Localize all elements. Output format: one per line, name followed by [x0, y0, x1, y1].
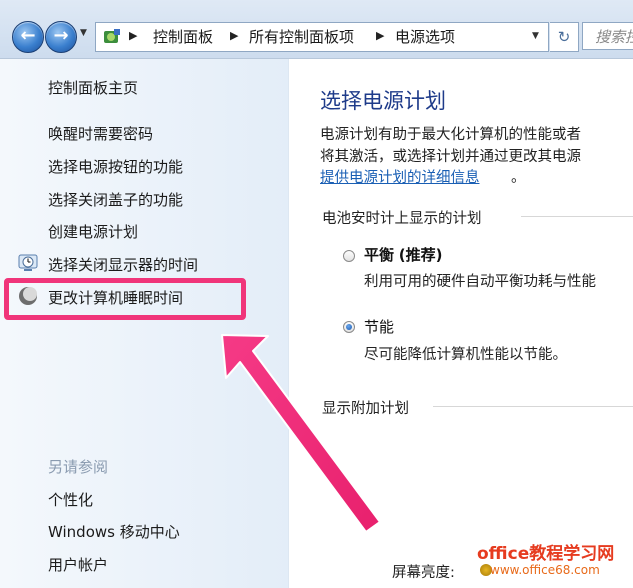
address-dropdown-icon[interactable]: ▼	[532, 31, 539, 41]
show-additional-plans[interactable]: 显示附加计划	[322, 397, 409, 418]
forward-arrow-icon[interactable]: →	[45, 21, 77, 53]
link-period: 。	[511, 170, 526, 186]
see-also-heading: 另请参阅	[48, 458, 109, 476]
radio-power-saver[interactable]	[343, 321, 355, 333]
page-description-line2: 将其激活，或选择计划并通过更改其电源	[320, 149, 581, 165]
plan-details-link[interactable]: 提供电源计划的详细信息	[320, 166, 480, 187]
group-label-battery-plans: 电池安时计上显示的计划	[322, 211, 482, 227]
sidebar-link-mobility-center[interactable]: Windows 移动中心	[48, 521, 180, 542]
sidebar-item-lid-close[interactable]: 选择关闭盖子的功能	[48, 189, 183, 210]
breadcrumb-control-panel[interactable]: 控制面板	[153, 26, 213, 47]
sidebar-link-user-accounts[interactable]: 用户帐户	[48, 554, 108, 575]
breadcrumb-separator-icon[interactable]: ▶	[230, 29, 238, 42]
group-divider	[433, 406, 633, 407]
breadcrumb[interactable]: ▶ 控制面板 ▶ 所有控制面板项 ▶ 电源选项 ▼	[95, 22, 549, 52]
address-bar: ← → ▼ ▶ 控制面板 ▶ 所有控制面板项 ▶ 电源选项 ▼ ↻ 搜索控	[0, 0, 633, 59]
sidebar-item-create-plan[interactable]: 创建电源计划	[48, 221, 138, 242]
page-description-line1: 电源计划有助于最大化计算机的性能或者	[320, 127, 581, 143]
breadcrumb-all-items[interactable]: 所有控制面板项	[249, 26, 354, 47]
breadcrumb-separator-icon[interactable]: ▶	[129, 29, 137, 42]
sidebar-item-power-button[interactable]: 选择电源按钮的功能	[48, 156, 183, 177]
control-panel-icon	[104, 29, 120, 43]
plan-balanced-description: 利用可用的硬件自动平衡功耗与性能	[364, 274, 596, 290]
watermark-title: office教程学习网	[477, 544, 615, 564]
watermark-url: www.office68.com	[490, 563, 600, 577]
plan-power-saver-label[interactable]: 节能	[364, 316, 394, 337]
main-content: 选择电源计划 电源计划有助于最大化计算机的性能或者 将其激活，或选择计划并通过更…	[289, 59, 633, 588]
back-arrow-icon[interactable]: ←	[12, 21, 44, 53]
breadcrumb-power-options[interactable]: 电源选项	[395, 26, 455, 47]
radio-balanced[interactable]	[343, 250, 355, 262]
sidebar-item-display-off-time[interactable]: 选择关闭显示器的时间	[48, 254, 198, 275]
plan-power-saver-description: 尽可能降低计算机性能以节能。	[364, 347, 567, 363]
refresh-icon[interactable]: ↻	[550, 22, 579, 52]
brightness-label: 屏幕亮度:	[392, 565, 455, 581]
search-input[interactable]: 搜索控	[582, 22, 633, 50]
group-divider	[521, 216, 633, 217]
display-timer-icon	[18, 254, 38, 271]
sidebar-home-link[interactable]: 控制面板主页	[48, 77, 138, 98]
sidebar-link-personalization[interactable]: 个性化	[48, 489, 93, 510]
recent-pages-dropdown-icon[interactable]: ▼	[80, 28, 87, 38]
plan-balanced-label[interactable]: 平衡 (推荐)	[364, 244, 443, 265]
sidebar: 控制面板主页 唤醒时需要密码 选择电源按钮的功能 选择关闭盖子的功能 创建电源计…	[0, 59, 289, 588]
sidebar-item-wake-password[interactable]: 唤醒时需要密码	[48, 123, 153, 144]
page-title: 选择电源计划	[320, 89, 446, 113]
breadcrumb-separator-icon[interactable]: ▶	[376, 29, 384, 42]
highlight-box	[4, 278, 246, 320]
